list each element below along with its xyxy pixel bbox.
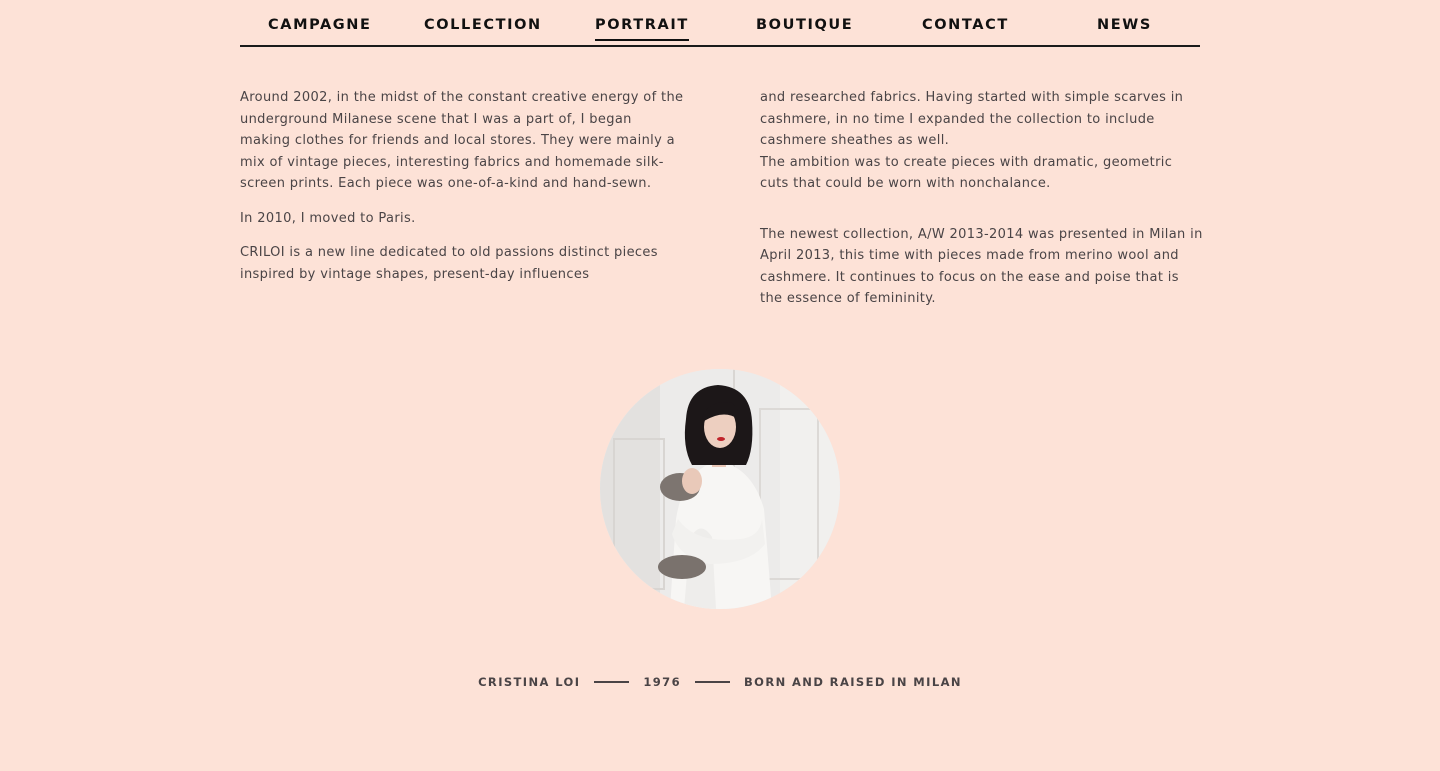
bio-paragraph: and researched fabrics. Having started w… bbox=[760, 90, 1184, 148]
nav-item-contact[interactable]: CONTACT bbox=[922, 17, 1009, 33]
nav-item-collection[interactable]: COLLECTION bbox=[424, 17, 542, 33]
caption-divider bbox=[694, 681, 730, 683]
bio-paragraph: The ambition was to create pieces with d… bbox=[760, 154, 1173, 192]
nav-item-boutique[interactable]: BOUTIQUE bbox=[756, 17, 853, 33]
main-nav: CAMPAGNE COLLECTION PORTRAIT BOUTIQUE CO… bbox=[240, 0, 1200, 47]
nav-item-news[interactable]: NEWS bbox=[1097, 17, 1152, 33]
bio-paragraph: Around 2002, in the midst of the constan… bbox=[240, 90, 684, 191]
caption-divider bbox=[594, 681, 630, 683]
nav-item-portrait[interactable]: PORTRAIT bbox=[595, 17, 689, 41]
nav-item-campagne[interactable]: CAMPAGNE bbox=[268, 17, 372, 33]
portrait-caption: CRISTINA LOI 1976 BORN AND RAISED IN MIL… bbox=[0, 675, 1440, 689]
caption-name: CRISTINA LOI bbox=[478, 675, 581, 689]
bio-column-right: and researched fabrics. Having started w… bbox=[760, 87, 1205, 323]
bio-paragraph: CRILOI is a new line dedicated to old pa… bbox=[240, 245, 658, 282]
caption-year: 1976 bbox=[643, 675, 681, 689]
caption-origin: BORN AND RAISED IN MILAN bbox=[743, 675, 962, 689]
bio-paragraph: In 2010, I moved to Paris. bbox=[240, 210, 416, 226]
portrait-photo bbox=[600, 369, 840, 609]
bio-paragraph: The newest collection, A/W 2013-2014 was… bbox=[760, 226, 1203, 307]
bio-column-left: Around 2002, in the midst of the constan… bbox=[240, 87, 685, 298]
